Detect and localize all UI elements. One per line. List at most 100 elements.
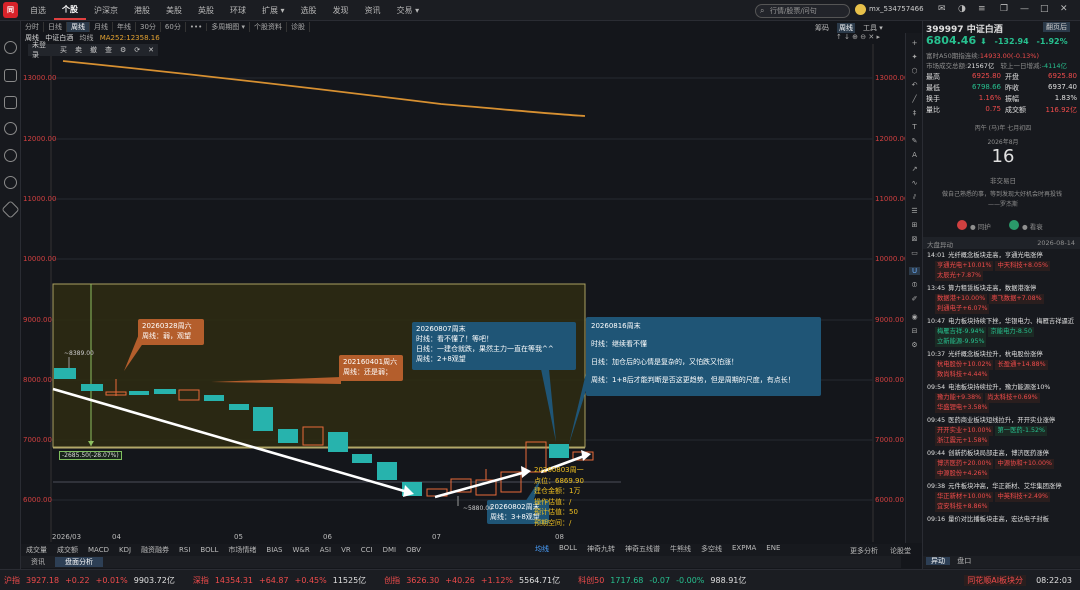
news-stock-5-1[interactable]: 第一医药-1.52%: [995, 426, 1047, 436]
index-name-3[interactable]: 科创50: [578, 575, 604, 586]
trade-tool-0[interactable]: 未登录: [28, 40, 56, 60]
monitor-icon[interactable]: [4, 69, 17, 82]
overlay-indicator-1[interactable]: BOLL: [554, 544, 582, 554]
trade-tool-4[interactable]: 查: [101, 45, 116, 55]
more-analysis-link[interactable]: 更多分析: [850, 546, 878, 556]
trade-tool-2[interactable]: 卖: [71, 45, 86, 55]
annotation-0807[interactable]: 20260807周末 时线：看不懂了！等吧！ 日线：一建仓就跌，果然主力一直在等…: [412, 322, 576, 370]
app-logo[interactable]: 同: [3, 2, 18, 18]
ai-board-link[interactable]: 同花顺AI板块分: [964, 574, 1027, 586]
news-stock-5-0[interactable]: 开开实业+10.00%: [935, 426, 994, 436]
cycle-icon[interactable]: ⊞: [909, 221, 920, 229]
minimize-icon[interactable]: —: [1020, 4, 1029, 14]
magnet-icon[interactable]: U: [909, 267, 920, 275]
indicator-5[interactable]: RSI: [174, 546, 195, 554]
news-stock-7-2[interactable]: 宜安科技+8.86%: [935, 502, 990, 512]
period-tab-1[interactable]: 日线: [44, 22, 67, 32]
nav-item-2[interactable]: 沪深京: [86, 5, 126, 16]
news-stock-2-1[interactable]: 京能电力-8.50: [988, 327, 1034, 337]
overlay-indicator-6[interactable]: EXPMA: [727, 544, 761, 554]
news-stock-3-1[interactable]: 长盈通+14.88%: [995, 360, 1048, 370]
compass-icon[interactable]: [4, 176, 17, 189]
news-stock-7-0[interactable]: 华正新材+10.00%: [935, 492, 994, 502]
indicator-11[interactable]: VR: [336, 546, 356, 554]
trade-tool-1[interactable]: 买: [56, 45, 71, 55]
overlay-indicator-0[interactable]: 均线: [530, 544, 554, 554]
period-tab-5[interactable]: 30分: [136, 22, 161, 32]
period-tab-9[interactable]: 个股资料: [250, 22, 287, 32]
chart-controls[interactable]: ↑ ↓ ⊕ ⊖ ✕ ▸: [836, 33, 880, 41]
news-stock-0-1[interactable]: 中天科技+8.05%: [995, 261, 1050, 271]
annotation-0328[interactable]: 20260328周六 周线：弱，观望: [138, 319, 204, 345]
news-item-4[interactable]: 09:54 电池板块持续拉升，豫力能源涨10% 豫力能+9.38% 尚太科技+0.69…: [923, 383, 1080, 413]
kline-chart[interactable]: [21, 44, 901, 544]
period-tab-7[interactable]: •••: [186, 23, 208, 31]
bull-vote[interactable]: ● 同护: [970, 221, 991, 231]
indicator-6[interactable]: BOLL: [195, 546, 223, 554]
indicator-0[interactable]: 成交量: [21, 545, 52, 555]
news-stock-3-2[interactable]: 致尚科技+4.44%: [935, 370, 990, 380]
nav-item-11[interactable]: 交易 ▾: [389, 5, 428, 16]
bull-icon[interactable]: [957, 220, 967, 230]
nav-item-8[interactable]: 选股: [293, 5, 325, 16]
gauge-icon[interactable]: [4, 122, 17, 135]
news-item-5[interactable]: 09:45 医药商业板块短线拉升，开开实业涨停 开开实业+10.00% 第一医药-1.…: [923, 416, 1080, 446]
indicator-9[interactable]: W&R: [288, 546, 315, 554]
diamond-icon[interactable]: [1, 200, 20, 219]
news-stock-0-0[interactable]: 亨通光电+10.01%: [935, 261, 994, 271]
news-item-1[interactable]: 13:45 算力租赁板块走高，数据港涨停 数据港+10.00% 奥飞数据+7.08% 利…: [923, 284, 1080, 314]
level-icon[interactable]: ‡: [909, 109, 920, 117]
news-item-7[interactable]: 09:38 元件板块冲高，华正新材、艾华集团涨停 华正新材+10.00% 中英科技+2…: [923, 482, 1080, 512]
channel-icon[interactable]: ⫽: [909, 193, 920, 202]
news-stock-6-2[interactable]: 中源股份+4.26%: [935, 469, 990, 479]
avatar[interactable]: [855, 4, 866, 15]
trade-tool-5[interactable]: ⚙: [116, 46, 130, 54]
line-icon[interactable]: ╱: [909, 95, 920, 103]
news-item-6[interactable]: 09:44 创新药板块局部走高，博济医药涨停 博济医药+20.00% 中源协和+10.…: [923, 449, 1080, 479]
chat-icon[interactable]: [4, 149, 17, 162]
nav-item-5[interactable]: 英股: [190, 5, 222, 16]
overlay-indicator-3[interactable]: 神奇五线谱: [620, 544, 665, 554]
news-stock-3-0[interactable]: 杭电股份+10.02%: [935, 360, 994, 370]
annotation-0401[interactable]: 202160401周六 周线：还是弱；: [339, 355, 403, 381]
flip-button[interactable]: 翻页后: [1043, 22, 1070, 32]
nav-item-1[interactable]: 个股: [54, 1, 86, 20]
nav-item-0[interactable]: 自选: [22, 5, 54, 16]
gann-icon[interactable]: ⊠: [909, 235, 920, 243]
period-tab-3[interactable]: 月线: [90, 22, 113, 32]
bottom-tab-0[interactable]: 资讯: [21, 557, 55, 567]
news-stock-4-1[interactable]: 尚太科技+0.69%: [985, 393, 1040, 403]
period-tab-6[interactable]: 60分: [161, 22, 186, 32]
nav-item-6[interactable]: 环球: [222, 5, 254, 16]
news-stock-0-2[interactable]: 太辰光+7.87%: [935, 271, 984, 281]
chips-tab[interactable]: 筹码: [815, 23, 829, 33]
news-stock-6-0[interactable]: 博济医药+20.00%: [935, 459, 994, 469]
forum-link[interactable]: 论股堂: [890, 546, 911, 556]
news-stock-5-2[interactable]: 浙江震元+1.58%: [935, 436, 990, 446]
news-item-8[interactable]: 09:16 量价对比播板块走高，宏达电子封板: [923, 515, 1080, 525]
nav-item-7[interactable]: 扩展 ▾: [254, 5, 293, 16]
news-stock-2-0[interactable]: 梅雁吉祥-9.94%: [935, 327, 987, 337]
eye-icon[interactable]: ◉: [909, 313, 920, 321]
lock-icon[interactable]: ⊟: [909, 327, 920, 335]
tab-orderbook[interactable]: 盘口: [952, 557, 976, 565]
rect-icon[interactable]: ▭: [909, 249, 920, 257]
bear-icon[interactable]: [1009, 220, 1019, 230]
period-tab-0[interactable]: 分时: [21, 22, 44, 32]
indicator-2[interactable]: MACD: [83, 546, 114, 554]
nav-item-10[interactable]: 资讯: [357, 5, 389, 16]
chart-avg-label[interactable]: 均线: [79, 34, 93, 42]
trade-tool-3[interactable]: 撤: [86, 45, 101, 55]
bear-vote[interactable]: ● 看衰: [1022, 221, 1043, 231]
indicator-13[interactable]: DMI: [378, 546, 402, 554]
news-item-3[interactable]: 10:37 光纤概念板块拉升，杭电股份涨停 杭电股份+10.02% 长盈通+14.88…: [923, 350, 1080, 380]
pen-icon[interactable]: ✎: [909, 137, 920, 145]
news-stock-1-1[interactable]: 奥飞数据+7.08%: [989, 294, 1044, 304]
news-stock-2-2[interactable]: 立新能源-9.95%: [935, 337, 987, 347]
news-stock-6-1[interactable]: 中源协和+10.00%: [995, 459, 1054, 469]
weekly-tab-right[interactable]: 周线: [837, 23, 855, 33]
indicator-12[interactable]: CCI: [356, 546, 378, 554]
indicator-4[interactable]: 融资融券: [136, 545, 174, 555]
nav-item-4[interactable]: 美股: [158, 5, 190, 16]
overlay-indicator-5[interactable]: 多空线: [696, 544, 727, 554]
